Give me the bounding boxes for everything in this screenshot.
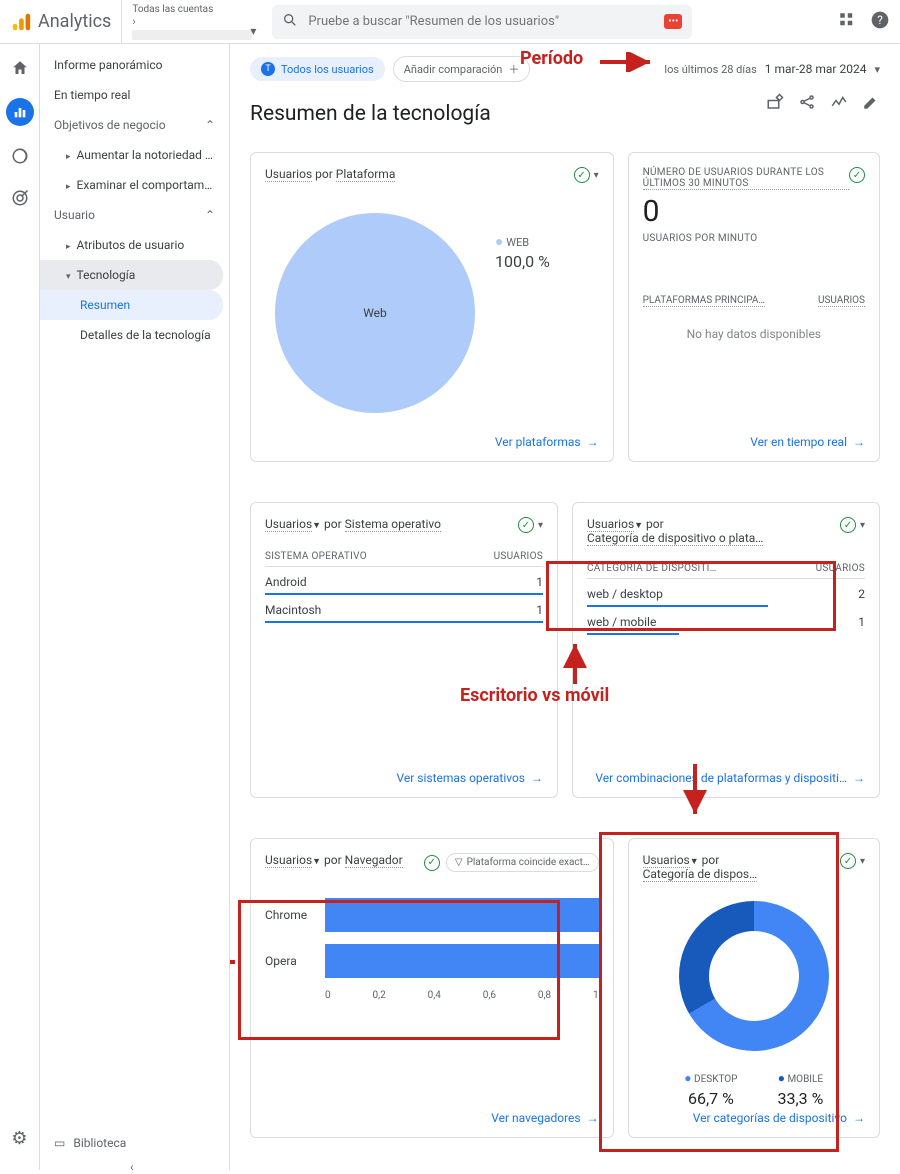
chevron-down-icon: ▾ [860, 520, 865, 531]
arrow-right-icon: → [587, 1111, 599, 1125]
pie-legend: ● WEB 100,0 % [495, 233, 550, 413]
table-row: Android1 [265, 567, 543, 593]
share-icon[interactable] [798, 93, 816, 115]
card-os: Usuarios▼ por Sistema operativo ✓▾ SISTE… [250, 502, 558, 798]
link-view-browsers[interactable]: Ver navegadores→ [491, 1111, 598, 1125]
chevron-down-icon[interactable]: ▾ [874, 63, 880, 76]
check-circle-icon: ✓ [574, 167, 590, 183]
card-status-dropdown[interactable]: ✓▾ [518, 517, 543, 533]
reports-icon[interactable] [6, 98, 34, 126]
nav-tech-details[interactable]: Detalles de la tecnología [40, 320, 229, 350]
arrow-right-icon: → [853, 1111, 865, 1125]
search-badge: ••• [664, 14, 682, 29]
check-circle-icon: ✓ [518, 517, 534, 533]
collapse-nav-icon[interactable]: ‹ [130, 1160, 134, 1174]
pill-add-comparison[interactable]: Añadir comparación ＋ [393, 56, 531, 82]
main-content: T Todos los usuarios Añadir comparación … [230, 44, 900, 1170]
rt-title: NÚMERO DE USUARIOS DURANTE LOS ÚLTIMOS 3… [643, 167, 849, 190]
chevron-up-icon: ⌃ [205, 208, 215, 222]
pill-all-users[interactable]: T Todos los usuarios [250, 57, 385, 81]
search-box[interactable]: ••• [272, 5, 692, 39]
check-circle-icon: ✓ [840, 517, 856, 533]
filter-icon: ▽ [455, 857, 463, 868]
table-row: web / desktop2 [587, 579, 865, 605]
filter-chip[interactable]: ▽Plataforma coincide exact… [446, 853, 599, 872]
chevron-down-icon: ▾ [860, 856, 865, 867]
side-nav: Informe panorámico En tiempo real Objeti… [40, 44, 230, 1170]
card-status-dropdown[interactable]: ✓▾ [840, 853, 865, 869]
donut-chart [679, 901, 829, 1051]
nav-overview[interactable]: Informe panorámico [40, 50, 229, 80]
pie-chart: Web [275, 213, 475, 413]
check-circle-icon: ✓ [840, 853, 856, 869]
audience-dot-icon: T [261, 62, 275, 76]
device-table: web / desktop2 web / mobile1 [587, 579, 865, 635]
edit-icon[interactable] [862, 93, 880, 115]
chevron-down-icon: ▾ [250, 24, 256, 38]
plus-icon: ＋ [508, 61, 519, 77]
nav-goal-awareness[interactable]: Aumentar la notoriedad de la … [40, 140, 229, 170]
card-device-donut: Usuarios▼ por Categoría de dispos… ✓▾ ● … [628, 838, 880, 1138]
os-table: Android1 Macintosh1 [265, 567, 543, 623]
search-input[interactable] [308, 14, 654, 29]
arrow-right-icon: → [853, 435, 865, 449]
customize-icon[interactable] [766, 93, 784, 115]
arrow-right-icon: → [531, 771, 543, 785]
arrow-right-icon: → [587, 435, 599, 449]
nav-goal-behavior[interactable]: Examinar el comportamiento … [40, 170, 229, 200]
product-name: Analytics [38, 11, 111, 32]
explore-icon[interactable] [8, 144, 32, 168]
check-circle-icon: ✓ [849, 167, 865, 183]
browser-bar-chart: Chrome Opera 00,20,40,60,81 [265, 898, 599, 1001]
nav-user-attrs[interactable]: Atributos de usuario [40, 230, 229, 260]
date-range-picker[interactable]: 1 mar-28 mar 2024 [765, 62, 867, 76]
table-row: Macintosh1 [265, 595, 543, 621]
help-icon[interactable]: ? [870, 10, 890, 34]
card-status-dropdown[interactable]: ✓▾ [574, 167, 599, 183]
rt-nodata: No hay datos disponibles [643, 327, 865, 341]
nav-tech[interactable]: Tecnología [40, 260, 223, 290]
chevron-down-icon: ▾ [594, 170, 599, 181]
link-view-realtime[interactable]: Ver en tiempo real→ [750, 435, 865, 449]
link-view-os[interactable]: Ver sistemas operativos→ [396, 771, 543, 785]
nav-library[interactable]: ▭ Biblioteca [54, 1136, 126, 1150]
account-picker[interactable]: Todas las cuentas › ▾ [121, 0, 262, 44]
nav-group-user[interactable]: Usuario⌃ [40, 200, 229, 230]
link-view-device-categories[interactable]: Ver categorías de dispositivo→ [693, 1111, 865, 1125]
analytics-logo-icon [10, 11, 32, 33]
chevron-up-icon: ⌃ [205, 118, 215, 132]
card-device-category: Usuarios▼ por Categoría de dispositivo o… [572, 502, 880, 798]
search-icon [282, 12, 298, 32]
folder-icon: ▭ [54, 1136, 65, 1150]
card-status-dropdown[interactable]: ✓▾ [840, 517, 865, 533]
svg-text:?: ? [877, 13, 883, 27]
nav-group-goals[interactable]: Objetivos de negocio⌃ [40, 110, 229, 140]
top-bar: Analytics Todas las cuentas › ▾ ••• ? [0, 0, 900, 44]
home-icon[interactable] [8, 56, 32, 80]
page-title: Resumen de la tecnología [250, 102, 491, 126]
admin-gear-icon[interactable]: ⚙ [8, 1126, 32, 1150]
chevron-down-icon: ▾ [538, 520, 543, 531]
apps-icon[interactable] [838, 11, 856, 33]
product-logo[interactable]: Analytics [10, 11, 111, 33]
donut-legend: ● DESKTOP66,7 % ● MOBILE33,3 % [684, 1071, 823, 1108]
insights-icon[interactable] [830, 93, 848, 115]
nav-realtime[interactable]: En tiempo real [40, 80, 229, 110]
link-view-device-combos[interactable]: Ver combinaciones de plataformas y dispo… [595, 771, 865, 785]
card-realtime: NÚMERO DE USUARIOS DURANTE LOS ÚLTIMOS 3… [628, 152, 880, 462]
left-rail: ⚙ [0, 44, 40, 1170]
link-view-platforms[interactable]: Ver plataformas→ [495, 435, 599, 449]
card-platform: Usuarios por Plataforma ✓▾ Web ● WEB 100… [250, 152, 614, 462]
advertising-icon[interactable] [8, 186, 32, 210]
rt-value: 0 [643, 194, 865, 229]
card-browser: Usuarios▼ por Navegador ✓ ▽Plataforma co… [250, 838, 614, 1138]
card-platform-title: Usuarios por Plataforma [265, 167, 395, 181]
nav-tech-summary[interactable]: Resumen [40, 290, 223, 320]
period-preset: los últimos 28 días [664, 63, 756, 76]
table-row: web / mobile1 [587, 607, 865, 633]
arrow-right-icon: → [853, 771, 865, 785]
rt-per-minute: USUARIOS POR MINUTO [643, 233, 865, 244]
check-circle-icon: ✓ [424, 855, 440, 871]
rt-columns: PLATAFORMAS PRINCIPA…USUARIOS [643, 294, 865, 307]
